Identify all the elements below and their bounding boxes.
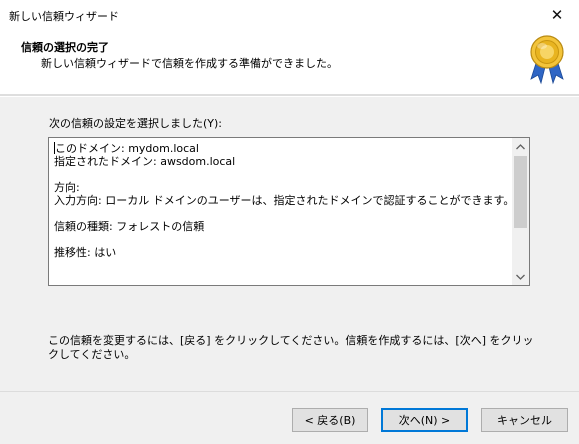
scroll-thumb[interactable] (514, 156, 527, 228)
summary-direction-detail: 入力方向: ローカル ドメインのユーザーは、指定されたドメインで認証することがで… (54, 194, 515, 207)
summary-transitivity: 推移性: はい (54, 246, 117, 259)
footer-divider (0, 391, 579, 392)
wizard-header: 信頼の選択の完了 新しい信頼ウィザードで信頼を作成する準備ができました。 (0, 30, 579, 94)
summary-specified-domain: 指定されたドメイン: awsdom.local (54, 155, 236, 168)
chevron-up-icon (516, 143, 525, 149)
instruction-text: この信頼を変更するには、[戻る] をクリックしてください。信頼を作成するには、[… (48, 334, 534, 361)
cancel-button[interactable]: キャンセル (481, 408, 568, 432)
next-button[interactable]: 次へ(N) > (381, 408, 468, 432)
summary-this-domain: このドメイン: mydom.local (55, 142, 199, 155)
close-button[interactable]: ✕ (535, 0, 579, 30)
window-title: 新しい信頼ウィザード (9, 10, 119, 23)
summary-text: このドメイン: mydom.local 指定されたドメイン: awsdom.lo… (54, 142, 515, 259)
back-button[interactable]: < 戻る(B) (292, 408, 368, 432)
summary-trust-type: 信頼の種類: フォレストの信頼 (54, 220, 205, 233)
scroll-down-arrow[interactable] (512, 268, 529, 285)
summary-direction-heading: 方向: (54, 181, 80, 194)
header-title: 信頼の選択の完了 (21, 41, 109, 54)
title-bar: 新しい信頼ウィザード ✕ (0, 0, 579, 30)
scroll-up-arrow[interactable] (512, 138, 529, 155)
header-subtitle: 新しい信頼ウィザードで信頼を作成する準備ができました。 (41, 57, 338, 70)
summary-textbox[interactable]: このドメイン: mydom.local 指定されたドメイン: awsdom.lo… (48, 137, 530, 286)
selected-settings-label: 次の信頼の設定を選択しました(Y): (49, 117, 223, 130)
close-icon: ✕ (550, 6, 564, 24)
wizard-body: 次の信頼の設定を選択しました(Y): このドメイン: mydom.local 指… (0, 97, 579, 444)
award-medal-icon (530, 35, 564, 85)
chevron-down-icon (516, 274, 525, 280)
vertical-scrollbar[interactable] (512, 138, 529, 285)
